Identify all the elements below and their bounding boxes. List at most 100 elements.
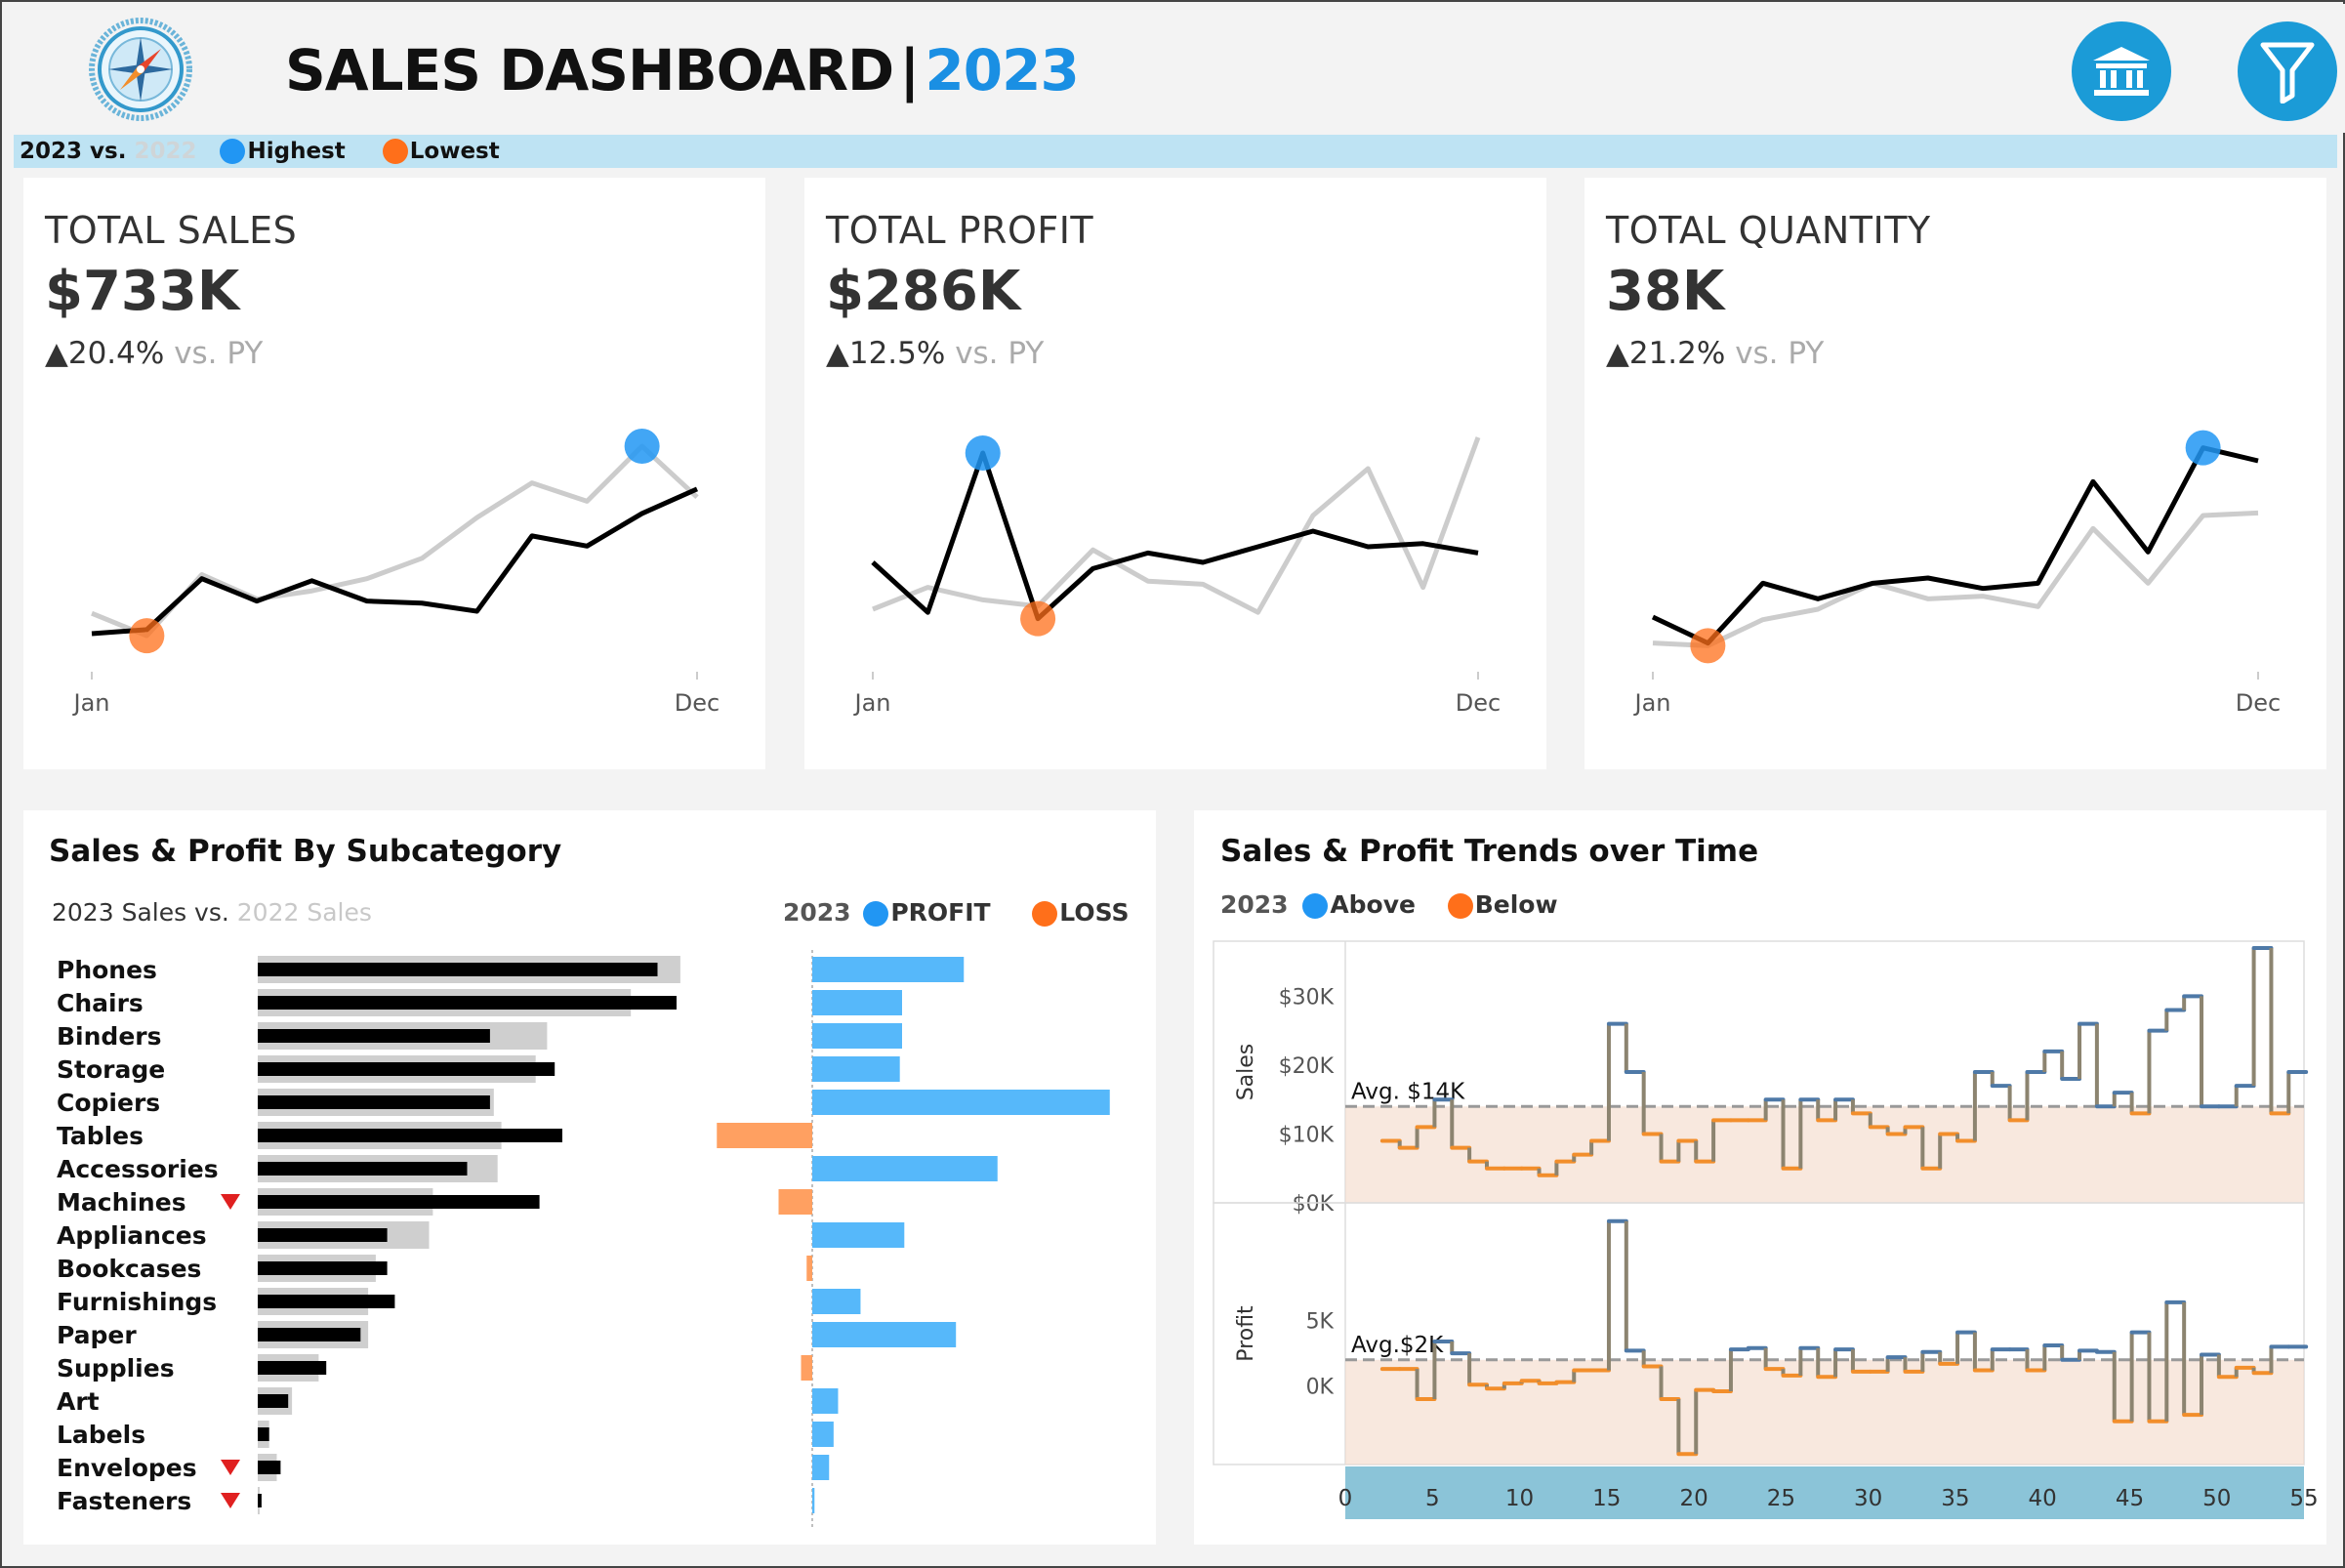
x-tick-label: 15: [1592, 1486, 1621, 1511]
category-label: Copiers: [57, 1089, 160, 1117]
loss-bar: [717, 1123, 812, 1148]
average-label: Avg.$2K: [1351, 1333, 1444, 1358]
category-label: Tables: [57, 1122, 144, 1150]
x-tick-label: 55: [2289, 1486, 2318, 1511]
y-tick-label: $10K: [1279, 1123, 1335, 1147]
bar-2023-sales: [258, 1195, 540, 1209]
x-axis-end-label: Dec: [675, 689, 720, 717]
x-axis-start-label: Jan: [853, 689, 891, 717]
bar-2023-sales: [258, 1261, 388, 1275]
category-label: Art: [57, 1387, 100, 1416]
series-line-2023: [1651, 445, 2259, 646]
series-line-2022: [91, 443, 699, 639]
highest-dot-icon: [220, 139, 246, 164]
trends-chart: Avg. $14K$30K$20K$10K$0KSalesAvg.$2K5K0K…: [1213, 940, 2319, 1519]
bar-2023-sales: [258, 1328, 361, 1341]
kpi-card-profit: TOTAL PROFIT $286K ▲12.5% vs. PY Jan Dec: [804, 178, 1546, 769]
subcategory-chart: Phones Chairs Binders Storage Copiers Tables A…: [57, 950, 1110, 1528]
series-line-2023: [91, 486, 699, 637]
kpi-title: TOTAL SALES: [45, 209, 298, 252]
bar-2023-sales: [258, 963, 658, 976]
x-axis-end-label: Dec: [2236, 689, 2281, 717]
profit-bar: [812, 1322, 957, 1347]
bar-2023-sales: [258, 1062, 555, 1076]
highest-marker: [965, 435, 1001, 471]
bar-2023-sales: [258, 1427, 269, 1441]
kpi-value: $286K: [826, 260, 1021, 323]
category-label: Accessories: [57, 1155, 219, 1183]
category-label: Bookcases: [57, 1255, 201, 1283]
highest-marker: [2185, 430, 2221, 466]
title-year: 2023: [925, 37, 1079, 103]
x-tick-label: 0: [1338, 1486, 1353, 1511]
kpi-delta-label: vs. PY: [955, 336, 1045, 371]
decline-flag-icon: [221, 1493, 240, 1508]
profit-bar: [812, 1156, 998, 1181]
category-label: Paper: [57, 1321, 137, 1349]
filter-button[interactable]: [2238, 21, 2337, 121]
kpi-delta: ▲21.2% vs. PY: [1606, 336, 1824, 371]
kpi-sales-chart: Jan Dec: [72, 429, 720, 717]
profit-bar: [812, 1488, 815, 1513]
y-tick-label: 0K: [1306, 1376, 1335, 1400]
category-label: Supplies: [57, 1354, 175, 1382]
subcategory-card: Sales & Profit By Subcategory 2023 Sales…: [23, 810, 1156, 1545]
category-label: Chairs: [57, 989, 144, 1017]
decline-flag-icon: [221, 1460, 240, 1475]
bar-2023-sales: [258, 1129, 562, 1142]
y-axis-label: Sales: [1234, 1044, 1258, 1101]
kpi-value: 38K: [1606, 260, 1725, 323]
x-tick-label: 30: [1854, 1486, 1882, 1511]
x-tick-label: 35: [1941, 1486, 1969, 1511]
compass-logo-icon: [89, 18, 192, 121]
series-line-2022: [1652, 510, 2259, 648]
bar-2023-sales: [258, 1494, 262, 1507]
bar-2023-sales: [258, 996, 677, 1010]
legend-previous: 2022: [134, 139, 197, 164]
y-tick-label: $0K: [1293, 1192, 1335, 1217]
kpi-value: $733K: [45, 260, 240, 323]
profit-bar: [812, 1422, 834, 1447]
kpi-quantity-chart: Jan Dec: [1633, 430, 2281, 717]
title-text: SALES DASHBOARD: [285, 37, 894, 103]
filter-icon: [2260, 42, 2315, 103]
bar-2023-sales: [258, 1162, 468, 1176]
category-label: Labels: [57, 1421, 145, 1449]
loss-bar: [801, 1355, 812, 1381]
bar-2023-sales: [258, 1095, 490, 1109]
bank-button[interactable]: [2072, 21, 2171, 121]
trends-card: Sales & Profit Trends over Time 2023 Abo…: [1194, 810, 2326, 1545]
header: SALES DASHBOARD | 2023: [4, 4, 2345, 133]
bank-icon: [2093, 47, 2150, 96]
y-tick-label: 5K: [1306, 1310, 1335, 1335]
profit-bar: [812, 1455, 830, 1480]
kpi-delta-label: vs. PY: [174, 336, 264, 371]
x-axis-start-label: Jan: [72, 689, 110, 717]
series-line-2022: [872, 436, 1481, 615]
x-axis-band: [1345, 1466, 2304, 1519]
x-tick-label: 10: [1505, 1486, 1534, 1511]
lowest-marker: [1690, 628, 1726, 664]
kpi-card-quantity: TOTAL QUANTITY 38K ▲21.2% vs. PY Jan Dec: [1584, 178, 2326, 769]
kpi-title: TOTAL PROFIT: [826, 209, 1094, 252]
x-tick-label: 40: [2029, 1486, 2057, 1511]
category-label: Envelopes: [57, 1454, 197, 1482]
category-label: Furnishings: [57, 1288, 217, 1316]
category-label: Fasteners: [57, 1487, 191, 1515]
kpi-card-sales: TOTAL SALES $733K ▲20.4% vs. PY Jan Dec: [23, 178, 765, 769]
legend-bar: 2023 vs. 2022 Highest Lowest: [14, 135, 2337, 168]
kpi-delta-value: ▲21.2%: [1606, 336, 1726, 371]
kpi-delta: ▲20.4% vs. PY: [45, 336, 263, 371]
category-label: Binders: [57, 1022, 161, 1051]
category-label: Storage: [57, 1055, 165, 1084]
bar-2023-sales: [258, 1228, 388, 1242]
bar-2023-sales: [258, 1361, 327, 1375]
decline-flag-icon: [221, 1194, 240, 1210]
bar-2023-sales: [258, 1394, 289, 1408]
category-label: Phones: [57, 956, 157, 984]
bar-2023-sales: [258, 1295, 395, 1308]
x-tick-label: 5: [1425, 1486, 1440, 1511]
loss-bar: [778, 1189, 812, 1215]
kpi-profit-chart: Jan Dec: [853, 435, 1501, 717]
x-tick-label: 50: [2202, 1486, 2231, 1511]
